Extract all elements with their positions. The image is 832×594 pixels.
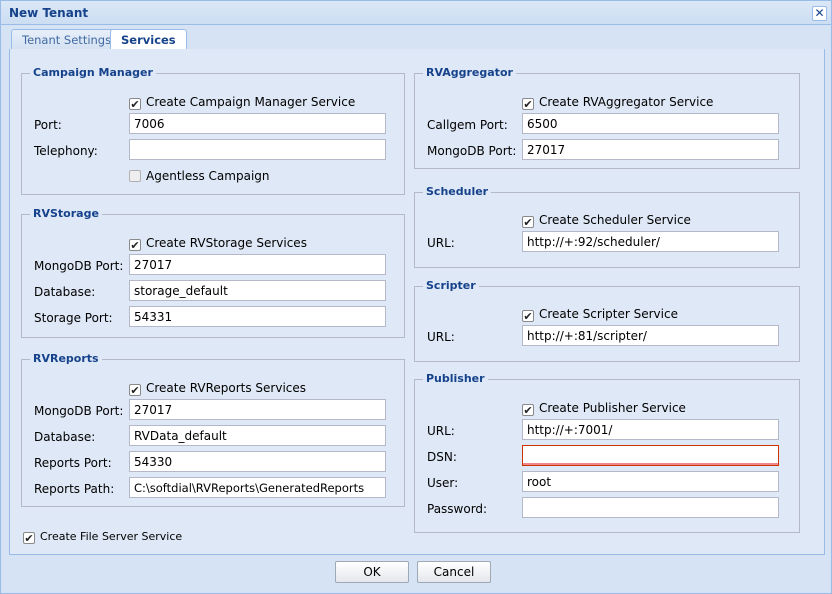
reports-path-input[interactable]: C:\softdial\RVReports\GeneratedReports	[129, 477, 386, 498]
url-label: URL:	[427, 330, 455, 344]
rvaggregator-mongodb-port-input[interactable]: 27017	[522, 139, 779, 160]
callgem-port-label: Callgem Port:	[427, 118, 508, 132]
telephony-label: Telephony:	[34, 144, 98, 158]
create-scheduler-label: Create Scheduler Service	[539, 213, 691, 227]
url-label: URL:	[427, 236, 455, 250]
create-campaign-manager-checkbox[interactable]: ✔ Create Campaign Manager Service	[129, 95, 355, 110]
create-rvreports-checkbox[interactable]: ✔ Create RVReports Services	[129, 381, 306, 396]
checkbox-icon: ✔	[522, 216, 534, 229]
create-scripter-checkbox[interactable]: ✔ Create Scripter Service	[522, 307, 678, 322]
publisher-legend: Publisher	[423, 372, 488, 385]
cancel-button[interactable]: Cancel	[417, 561, 491, 583]
rvstorage-database-input[interactable]: storage_default	[129, 280, 386, 301]
password-input[interactable]	[522, 497, 779, 518]
campaign-manager-fieldset: Campaign Manager ✔ Create Campaign Manage…	[21, 66, 405, 195]
scheduler-url-input[interactable]: http://+:92/scheduler/	[522, 231, 779, 252]
create-rvaggregator-checkbox[interactable]: ✔ Create RVAggregator Service	[522, 95, 713, 110]
rvaggregator-legend: RVAggregator	[423, 66, 516, 79]
new-tenant-dialog: New Tenant ✕ Tenant Settings Services Ca…	[0, 0, 832, 594]
rvreports-mongodb-port-input[interactable]: 27017	[129, 399, 386, 420]
create-rvaggregator-label: Create RVAggregator Service	[539, 95, 714, 109]
reports-path-label: Reports Path:	[34, 482, 115, 496]
reports-port-input[interactable]: 54330	[129, 451, 386, 472]
create-campaign-manager-label: Create Campaign Manager Service	[146, 95, 356, 109]
telephony-input[interactable]	[129, 139, 386, 160]
create-publisher-label: Create Publisher Service	[539, 401, 686, 415]
ok-button[interactable]: OK	[335, 561, 409, 583]
mongodb-port-label: MongoDB Port:	[427, 144, 517, 158]
user-label: User:	[427, 476, 459, 490]
scheduler-fieldset: Scheduler ✔ Create Scheduler Service URL:…	[414, 185, 800, 268]
mongodb-port-label: MongoDB Port:	[34, 259, 124, 273]
tab-tenant-settings[interactable]: Tenant Settings	[11, 29, 123, 50]
storage-port-input[interactable]: 54331	[129, 306, 386, 327]
checkbox-icon: ✔	[522, 310, 534, 323]
callgem-port-input[interactable]: 6500	[522, 113, 779, 134]
rvreports-legend: RVReports	[30, 352, 102, 365]
publisher-url-input[interactable]: http://+:7001/	[522, 419, 779, 440]
rvaggregator-fieldset: RVAggregator ✔ Create RVAggregator Servic…	[414, 66, 800, 169]
title-bar[interactable]: New Tenant ✕	[1, 1, 831, 25]
campaign-manager-legend: Campaign Manager	[30, 66, 156, 79]
create-publisher-checkbox[interactable]: ✔ Create Publisher Service	[522, 401, 686, 416]
storage-port-label: Storage Port:	[34, 311, 113, 325]
agentless-campaign-checkbox[interactable]: Agentless Campaign	[129, 169, 270, 183]
rvstorage-mongodb-port-input[interactable]: 27017	[129, 254, 386, 275]
checkbox-icon: ✔	[522, 404, 534, 417]
create-scripter-label: Create Scripter Service	[539, 307, 678, 321]
create-rvstorage-label: Create RVStorage Services	[146, 236, 307, 250]
scripter-url-input[interactable]: http://+:81/scripter/	[522, 325, 779, 346]
create-rvstorage-checkbox[interactable]: ✔ Create RVStorage Services	[129, 236, 307, 251]
database-label: Database:	[34, 285, 96, 299]
dialog-title: New Tenant	[9, 6, 89, 20]
publisher-fieldset: Publisher ✔ Create Publisher Service URL:…	[414, 372, 800, 533]
user-input[interactable]: root	[522, 471, 779, 492]
checkbox-icon: ✔	[129, 384, 141, 397]
mongodb-port-label: MongoDB Port:	[34, 404, 124, 418]
agentless-campaign-label: Agentless Campaign	[146, 169, 270, 183]
rvreports-database-input[interactable]: RVData_default	[129, 425, 386, 446]
port-input[interactable]: 7006	[129, 113, 386, 134]
password-label: Password:	[427, 502, 488, 516]
tab-services[interactable]: Services	[110, 29, 187, 51]
dsn-input[interactable]	[522, 445, 779, 466]
checkbox-icon: ✔	[129, 98, 141, 111]
close-icon[interactable]: ✕	[812, 6, 827, 21]
create-rvreports-label: Create RVReports Services	[146, 381, 307, 395]
tab-strip: Tenant Settings Services	[9, 27, 825, 51]
create-scheduler-checkbox[interactable]: ✔ Create Scheduler Service	[522, 213, 691, 228]
rvstorage-fieldset: RVStorage ✔ Create RVStorage Services Mon…	[21, 207, 405, 338]
scheduler-legend: Scheduler	[423, 185, 492, 198]
port-label: Port:	[34, 118, 62, 132]
services-panel: Campaign Manager ✔ Create Campaign Manage…	[9, 49, 825, 555]
reports-port-label: Reports Port:	[34, 456, 112, 470]
rvreports-fieldset: RVReports ✔ Create RVReports Services Mon…	[21, 352, 405, 507]
dsn-label: DSN:	[427, 450, 457, 464]
create-file-server-label: Create File Server Service	[40, 530, 183, 543]
checkbox-icon: ✔	[522, 98, 534, 111]
url-label: URL:	[427, 424, 455, 438]
rvstorage-legend: RVStorage	[30, 207, 102, 220]
scripter-legend: Scripter	[423, 279, 479, 292]
create-file-server-checkbox[interactable]: ✔ Create File Server Service	[23, 529, 182, 544]
scripter-fieldset: Scripter ✔ Create Scripter Service URL: h…	[414, 279, 800, 362]
database-label: Database:	[34, 430, 96, 444]
checkbox-icon	[129, 170, 141, 182]
checkbox-icon: ✔	[23, 532, 35, 545]
checkbox-icon: ✔	[129, 239, 141, 252]
